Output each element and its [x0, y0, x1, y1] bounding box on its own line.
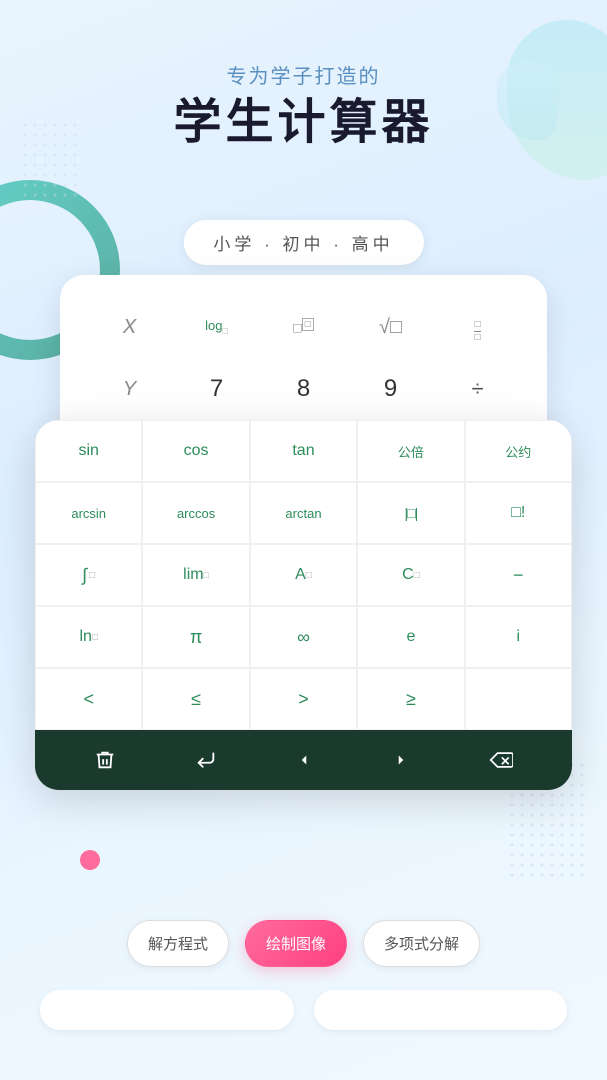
back-row-2: Y 7 8 9 ÷: [70, 359, 537, 419]
btn-polynomial[interactable]: 多项式分解: [363, 920, 480, 967]
func-log[interactable]: log□: [173, 310, 260, 344]
back-row-1: X log□ □□ √□ □□: [70, 295, 537, 359]
dot-pink: [80, 850, 100, 870]
num-7[interactable]: 7: [173, 367, 260, 411]
btn-draw-graph[interactable]: 绘制图像: [245, 920, 347, 967]
btn-solve-equation[interactable]: 解方程式: [127, 920, 229, 967]
key-combination-a[interactable]: A□: [250, 544, 357, 606]
keyboard-grid: sin cos tan 公倍 公约 arcsin arccos arctan |…: [35, 420, 572, 730]
calc-card-front: sin cos tan 公倍 公约 arcsin arccos arctan |…: [35, 420, 572, 790]
key-factorial[interactable]: □!: [465, 482, 572, 544]
key-cos[interactable]: cos: [142, 420, 249, 482]
toolbar: [35, 730, 572, 790]
key-pi[interactable]: π: [142, 606, 249, 668]
btn-delete-all[interactable]: [84, 745, 126, 775]
func-power[interactable]: □□: [260, 311, 347, 344]
key-ln[interactable]: ln□: [35, 606, 142, 668]
key-sin[interactable]: sin: [35, 420, 142, 482]
key-integral[interactable]: ∫□: [35, 544, 142, 606]
bottom-pill-left: [40, 990, 294, 1030]
key-arcsin[interactable]: arcsin: [35, 482, 142, 544]
key-infinity[interactable]: ∞: [250, 606, 357, 668]
function-buttons: 解方程式 绘制图像 多项式分解: [0, 920, 607, 967]
num-9[interactable]: 9: [347, 367, 434, 411]
key-imaginary[interactable]: i: [465, 606, 572, 668]
key-empty: [465, 668, 572, 730]
key-greater-equal[interactable]: ≥: [357, 668, 464, 730]
subtitle-text: 专为学子打造的: [0, 60, 607, 89]
btn-cursor-left[interactable]: [285, 747, 323, 773]
key-gongbei[interactable]: 公倍: [357, 420, 464, 482]
btn-backspace[interactable]: [479, 745, 523, 775]
header-section: 专为学子打造的 学生计算器: [0, 60, 607, 150]
key-arccos[interactable]: arccos: [142, 482, 249, 544]
var-x[interactable]: X: [86, 308, 173, 347]
op-divide[interactable]: ÷: [434, 368, 521, 410]
func-sqrt[interactable]: √□: [347, 308, 434, 347]
key-minus[interactable]: −: [465, 544, 572, 606]
title-text: 学生计算器: [0, 97, 607, 150]
bottom-pill-right: [314, 990, 568, 1030]
bottom-pills: [40, 990, 567, 1030]
key-less-equal[interactable]: ≤: [142, 668, 249, 730]
key-abs[interactable]: |□|: [357, 482, 464, 544]
key-combination-c[interactable]: C□: [357, 544, 464, 606]
key-lim[interactable]: lim□: [142, 544, 249, 606]
num-8[interactable]: 8: [260, 367, 347, 411]
key-euler[interactable]: e: [357, 606, 464, 668]
var-y[interactable]: Y: [86, 370, 173, 409]
key-greater[interactable]: >: [250, 668, 357, 730]
key-arctan[interactable]: arctan: [250, 482, 357, 544]
key-gongyue[interactable]: 公约: [465, 420, 572, 482]
func-frac[interactable]: □□: [434, 303, 521, 351]
key-tan[interactable]: tan: [250, 420, 357, 482]
level-pill[interactable]: 小学 · 初中 · 高中: [183, 220, 423, 265]
btn-cursor-right[interactable]: [382, 747, 420, 773]
btn-enter[interactable]: [185, 745, 227, 775]
key-less[interactable]: <: [35, 668, 142, 730]
